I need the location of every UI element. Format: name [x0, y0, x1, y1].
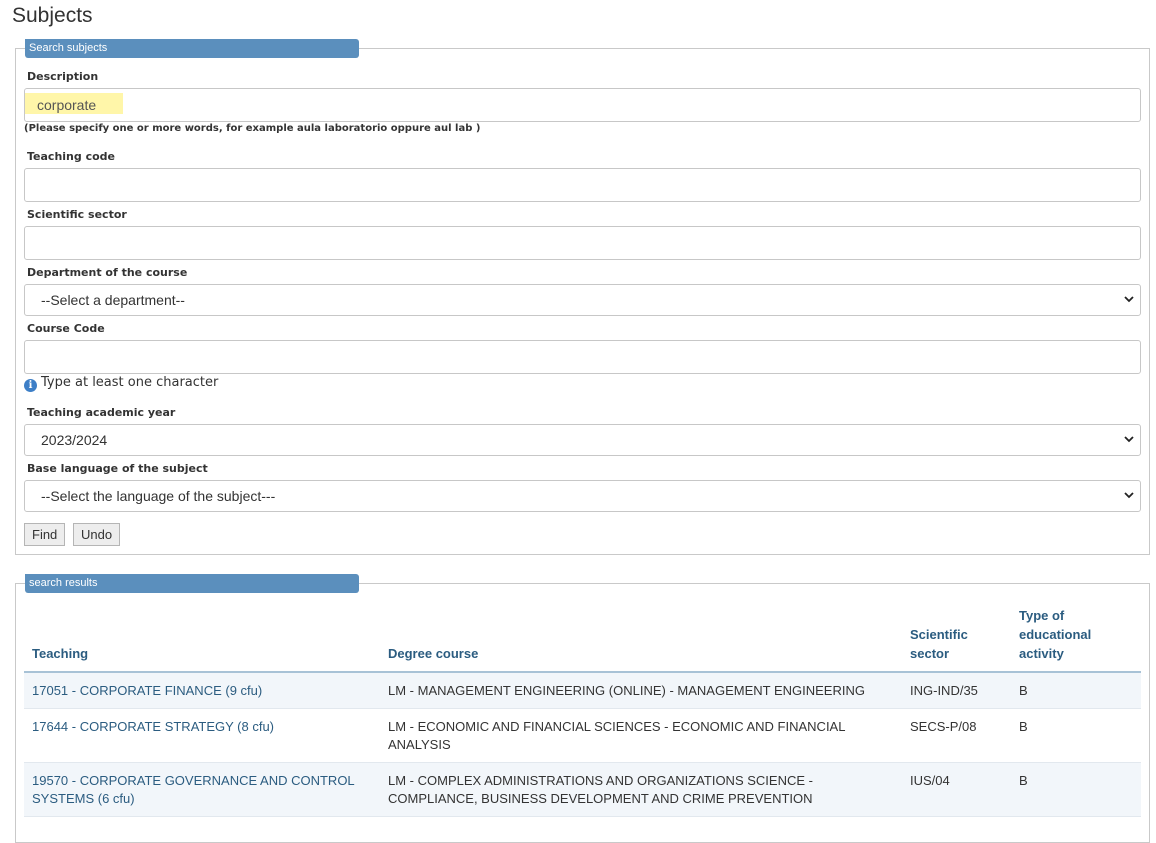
language-select[interactable]: --Select the language of the subject--- [24, 480, 1141, 512]
language-label: Base language of the subject [27, 462, 208, 475]
scientific-sector-label: Scientific sector [27, 208, 127, 221]
activity-type-cell: B [1011, 708, 1141, 763]
course-code-info-text: Type at least one character [41, 375, 219, 390]
activity-type-cell: B [1011, 672, 1141, 709]
table-row: 17051 - CORPORATE FINANCE (9 cfu) LM - M… [24, 672, 1141, 709]
col-scientific-sector-line2: sector [910, 646, 950, 661]
col-activity-type[interactable]: Type of educational activity [1011, 606, 1141, 673]
find-button[interactable]: Find [24, 523, 66, 546]
col-activity-type-line3: activity [1019, 646, 1064, 661]
info-icon: i [24, 379, 37, 392]
course-code-label: Course Code [27, 322, 105, 335]
search-subjects-panel: Search subjects Description (Please spec… [15, 39, 1150, 555]
course-code-input[interactable] [24, 340, 1141, 374]
scientific-sector-input[interactable] [24, 226, 1141, 260]
chevron-down-icon [1124, 436, 1134, 443]
academic-year-select[interactable]: 2023/2024 [24, 424, 1141, 456]
degree-course-cell: LM - ECONOMIC AND FINANCIAL SCIENCES - E… [380, 708, 902, 763]
description-input[interactable] [24, 88, 1141, 122]
chevron-down-icon [1124, 296, 1134, 303]
sector-cell: SECS-P/08 [902, 708, 1011, 763]
department-select[interactable]: --Select a department-- [24, 284, 1141, 316]
col-teaching[interactable]: Teaching [24, 606, 380, 673]
col-degree-course[interactable]: Degree course [380, 606, 902, 673]
degree-course-cell: LM - COMPLEX ADMINISTRATIONS AND ORGANIZ… [380, 762, 902, 817]
page-title: Subjects [12, 4, 93, 27]
activity-type-cell: B [1011, 762, 1141, 817]
table-row: 19570 - CORPORATE GOVERNANCE AND CONTROL… [24, 762, 1141, 817]
teaching-link[interactable]: 19570 - CORPORATE GOVERNANCE AND CONTROL… [24, 762, 380, 817]
col-scientific-sector[interactable]: Scientific sector [902, 606, 1011, 673]
teaching-link[interactable]: 17644 - CORPORATE STRATEGY (8 cfu) [24, 708, 380, 763]
col-scientific-sector-line1: Scientific [910, 627, 968, 642]
chevron-down-icon [1124, 492, 1134, 499]
teaching-code-input[interactable] [24, 168, 1141, 202]
search-subjects-legend: Search subjects [25, 39, 359, 58]
department-label: Department of the course [27, 266, 188, 279]
description-label: Description [27, 70, 99, 83]
course-code-info: i Type at least one character [24, 375, 218, 392]
undo-button[interactable]: Undo [73, 523, 121, 546]
language-selected: --Select the language of the subject--- [41, 488, 276, 504]
department-selected: --Select a department-- [41, 292, 185, 308]
academic-year-selected: 2023/2024 [41, 432, 108, 448]
year-label: Teaching academic year [27, 406, 176, 419]
description-hint: (Please specify one or more words, for e… [24, 123, 481, 134]
sector-cell: ING-IND/35 [902, 672, 1011, 709]
degree-course-cell: LM - MANAGEMENT ENGINEERING (ONLINE) - M… [380, 672, 902, 709]
teaching-link[interactable]: 17051 - CORPORATE FINANCE (9 cfu) [24, 672, 380, 709]
search-results-legend: search results [25, 574, 359, 593]
results-header-row: Teaching Degree course Scientific sector … [24, 606, 1141, 673]
teaching-code-label: Teaching code [27, 150, 115, 163]
col-activity-type-line2: educational [1019, 627, 1092, 642]
table-row: 17644 - CORPORATE STRATEGY (8 cfu) LM - … [24, 708, 1141, 763]
col-activity-type-line1: Type of [1019, 608, 1065, 623]
search-results-panel: search results Teaching Degree course Sc… [15, 574, 1150, 843]
results-table: Teaching Degree course Scientific sector … [24, 606, 1141, 817]
sector-cell: IUS/04 [902, 762, 1011, 817]
